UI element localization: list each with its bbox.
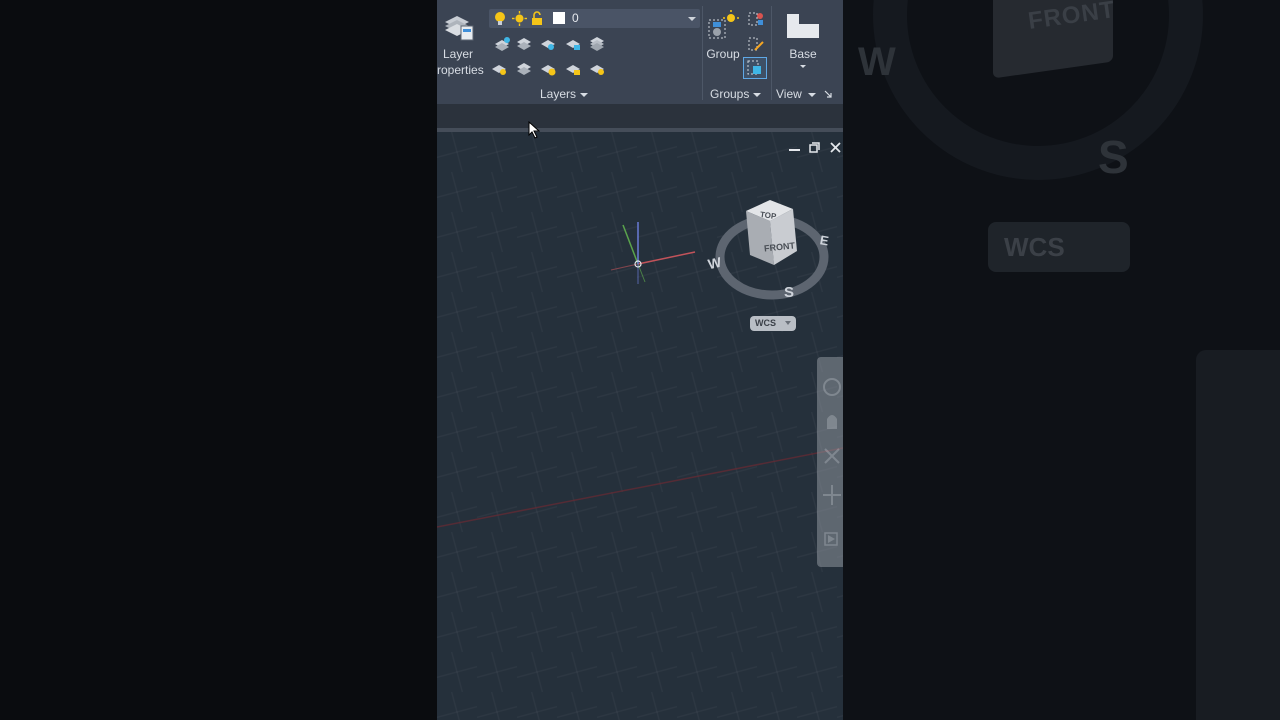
chevron-down-icon xyxy=(785,321,791,325)
current-layer-name: 0 xyxy=(572,11,579,25)
ucs-menu-label: WCS xyxy=(755,318,776,328)
panel-divider xyxy=(702,6,703,100)
cad-application: Layer roperties 0 Layers Group Groups Ba… xyxy=(437,0,843,720)
groups-panel-label: Groups xyxy=(710,87,750,101)
layers-panel-title[interactable]: Layers xyxy=(540,87,589,101)
groups-panel-title[interactable]: Groups xyxy=(710,87,762,101)
mouse-cursor-icon xyxy=(528,121,540,139)
layer-properties-icon xyxy=(445,16,474,41)
chevron-down-icon xyxy=(753,92,762,97)
compass-south[interactable]: S xyxy=(784,284,794,301)
restore-icon[interactable] xyxy=(809,142,820,153)
blurred-background-left xyxy=(0,0,437,720)
chevron-down-icon xyxy=(688,17,696,21)
view-panel-title[interactable]: View xyxy=(776,87,816,101)
layer-properties-label-2[interactable]: roperties xyxy=(437,63,485,77)
unlock-icon xyxy=(532,11,542,25)
viewcube[interactable]: TOP FRONT W E S xyxy=(706,195,838,305)
layer-walk-icon[interactable] xyxy=(515,61,533,77)
layer-on-icon[interactable] xyxy=(588,61,606,77)
blurred-south-label: S xyxy=(1098,131,1129,183)
close-icon[interactable] xyxy=(830,142,841,153)
lightbulb-icon xyxy=(495,12,505,25)
layer-color-swatch xyxy=(553,12,565,24)
view-panel-label: View xyxy=(776,87,802,101)
layer-match-icon[interactable] xyxy=(515,36,533,52)
chevron-down-icon xyxy=(807,92,816,97)
group-selection-toggle[interactable] xyxy=(743,57,767,79)
layer-unlock-icon[interactable] xyxy=(564,61,582,77)
layer-state-icon[interactable] xyxy=(588,36,606,52)
layer-dropdown[interactable]: 0 xyxy=(489,9,700,28)
group-selection-icon xyxy=(747,60,761,75)
ungroup-icon[interactable] xyxy=(747,10,765,28)
blurred-background-right: FRONT W S WCS xyxy=(843,0,1280,720)
layer-thaw-icon[interactable] xyxy=(539,61,557,77)
group-edit-icon[interactable] xyxy=(747,35,765,53)
panel-expand-icon[interactable] xyxy=(824,90,832,98)
group-icon[interactable] xyxy=(707,10,739,42)
chevron-down-icon[interactable] xyxy=(800,65,806,68)
minimize-icon[interactable] xyxy=(789,149,800,151)
sun-icon xyxy=(512,11,527,26)
base-button-label[interactable]: Base xyxy=(783,47,823,61)
navigation-bar-tools xyxy=(823,378,841,546)
layer-properties-label-1[interactable]: Layer xyxy=(441,47,475,61)
ribbon: Layer roperties 0 Layers Group Groups Ba… xyxy=(437,0,843,104)
layer-previous-icon[interactable] xyxy=(490,61,508,77)
layer-isolate-icon[interactable] xyxy=(493,36,511,52)
navigation-bar[interactable] xyxy=(817,357,843,567)
layer-properties-button[interactable] xyxy=(441,8,475,47)
panel-divider xyxy=(771,6,772,100)
file-tab-bar xyxy=(437,104,843,128)
ucs-menu[interactable]: WCS xyxy=(750,316,796,331)
base-view-icon[interactable] xyxy=(785,12,821,40)
layer-freeze-icon[interactable] xyxy=(539,36,557,52)
group-button-label[interactable]: Group xyxy=(705,47,741,61)
chevron-down-icon xyxy=(580,92,589,97)
blurred-navigation-bar xyxy=(1196,350,1280,720)
layers-panel-label: Layers xyxy=(540,87,577,101)
ucs-axis-icon xyxy=(610,222,696,284)
blurred-west-label: W xyxy=(858,40,896,84)
blurred-wcs-label: WCS xyxy=(988,222,1130,272)
layer-lock-icon[interactable] xyxy=(564,36,582,52)
